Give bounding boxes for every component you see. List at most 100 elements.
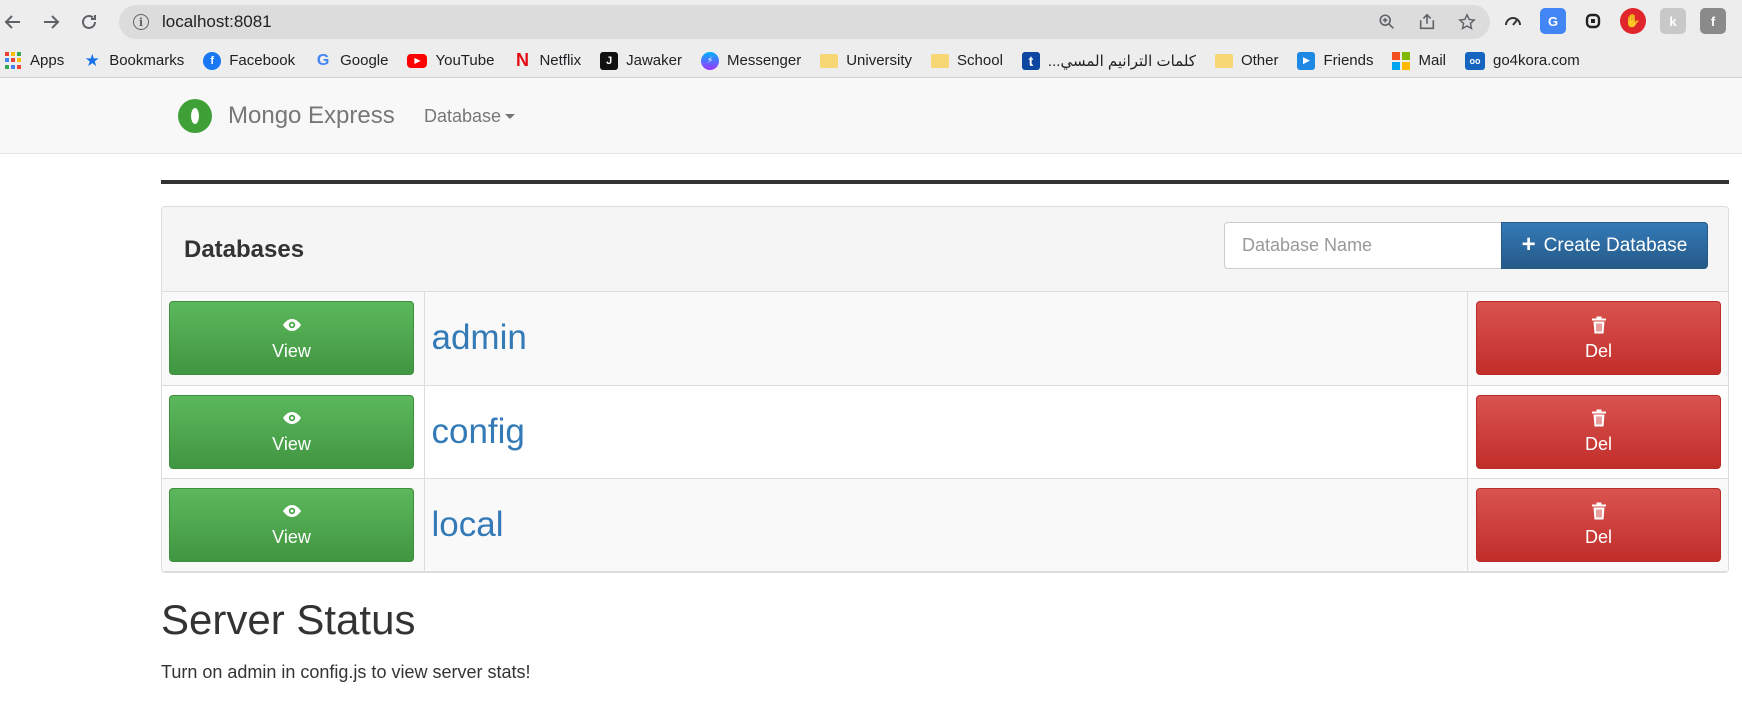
address-bar[interactable]: i localhost:8081 — [119, 5, 1490, 39]
facebook-icon: f — [203, 51, 222, 70]
bookmark-star-icon[interactable] — [1454, 9, 1480, 35]
bookmark-jawaker[interactable]: J Jawaker — [600, 51, 682, 70]
database-link[interactable]: config — [425, 412, 525, 451]
databases-panel: Databases + Create Database View admin D… — [161, 206, 1729, 573]
bookmark-label: University — [846, 52, 913, 69]
zoom-icon[interactable] — [1374, 9, 1400, 35]
folder-icon — [931, 53, 950, 68]
bookmark-label: Friends — [1323, 52, 1374, 69]
create-database-button[interactable]: + Create Database — [1501, 222, 1708, 269]
view-label: View — [272, 527, 311, 547]
database-dropdown-label: Database — [424, 105, 502, 126]
server-status-note: Turn on admin in config.js to view serve… — [161, 662, 531, 682]
database-name-input[interactable] — [1224, 222, 1501, 269]
back-icon[interactable] — [0, 4, 26, 40]
app-navbar: Mongo Express Database — [0, 78, 1742, 154]
create-database-form: + Create Database — [1224, 222, 1708, 269]
bookmark-bookmarks[interactable]: ★ Bookmarks — [83, 51, 185, 70]
view-label: View — [272, 340, 311, 361]
delete-button[interactable]: Del — [1476, 394, 1721, 469]
microsoft-icon — [1392, 51, 1411, 70]
bookmark-label: go4kora.com — [1493, 52, 1580, 69]
bookmark-facebook[interactable]: f Facebook — [203, 51, 296, 70]
bookmark-label: ...كلمات الترانيم المسي — [1047, 52, 1196, 70]
share-icon[interactable] — [1414, 9, 1440, 35]
delete-button[interactable]: Del — [1476, 487, 1721, 562]
server-status-heading: Server Status — [161, 596, 416, 643]
bookmark-go4kora[interactable]: oo go4kora.com — [1465, 51, 1580, 70]
brand-name: Mongo Express — [228, 102, 395, 129]
bookmark-messenger[interactable]: ⚡ Messenger — [700, 51, 802, 70]
bookmark-label: School — [957, 52, 1003, 69]
eye-icon — [282, 318, 301, 331]
database-dropdown[interactable]: Database — [424, 78, 516, 154]
bookmark-label: YouTube — [435, 52, 495, 69]
bookmark-label: Google — [340, 52, 389, 69]
caret-down-icon — [505, 113, 516, 119]
folder-icon — [1214, 53, 1233, 68]
apps-grid-icon — [4, 51, 22, 70]
forward-icon[interactable] — [38, 4, 64, 40]
bookmark-university[interactable]: University — [820, 52, 912, 69]
trash-icon — [1591, 316, 1606, 334]
bookmark-netflix[interactable]: N Netflix — [513, 50, 582, 70]
mongo-leaf-icon — [178, 99, 212, 133]
bookmark-label: Mail — [1418, 52, 1446, 69]
bookmark-school[interactable]: School — [931, 52, 1003, 69]
go4kora-icon: oo — [1465, 51, 1485, 70]
reload-icon[interactable] — [76, 4, 102, 40]
messenger-icon: ⚡ — [700, 51, 719, 70]
bookmark-apps[interactable]: Apps — [4, 51, 65, 70]
bookmark-label: Apps — [30, 52, 65, 69]
trash-icon — [1591, 502, 1606, 520]
url-text[interactable]: localhost:8081 — [162, 12, 272, 32]
brand-link[interactable]: Mongo Express — [178, 78, 395, 154]
del-label: Del — [1584, 340, 1612, 361]
speed-extension-icon[interactable] — [1500, 8, 1526, 34]
view-button[interactable]: View — [169, 301, 414, 376]
view-label: View — [272, 434, 311, 454]
bookmark-label: Messenger — [726, 52, 802, 69]
bookmark-label: Facebook — [229, 52, 296, 69]
trash-icon — [1591, 409, 1606, 427]
database-link[interactable]: admin — [425, 318, 527, 357]
grey-extension-icon[interactable]: k — [1660, 8, 1686, 34]
del-label: Del — [1584, 434, 1612, 454]
t-icon: t — [1021, 51, 1040, 70]
bookmarks-bar: Apps ★ Bookmarks f Facebook G Google ▶ Y… — [0, 44, 1742, 78]
create-database-label: Create Database — [1543, 234, 1688, 256]
friends-icon: ▶ — [1297, 51, 1316, 70]
bookmark-label: Bookmarks — [109, 52, 185, 69]
loop-extension-icon[interactable] — [1580, 8, 1606, 34]
bookmark-hymns[interactable]: t ...كلمات الترانيم المسي — [1021, 51, 1196, 70]
plus-icon: + — [1521, 230, 1536, 258]
bookmark-label: Jawaker — [626, 52, 682, 69]
site-info-icon[interactable]: i — [133, 14, 149, 30]
google-icon: G — [316, 51, 330, 69]
divider — [161, 180, 1729, 184]
bookmark-mail[interactable]: Mail — [1392, 51, 1446, 70]
adblock-extension-icon[interactable]: ✋ — [1620, 8, 1646, 34]
bookmark-other[interactable]: Other — [1214, 52, 1279, 69]
view-button[interactable]: View — [169, 487, 414, 562]
translate-extension-icon[interactable]: G — [1540, 8, 1566, 34]
browser-toolbar: i localhost:8081 G ✋ k f — [0, 0, 1742, 44]
delete-button[interactable]: Del — [1476, 301, 1721, 376]
table-row: View local Del — [162, 477, 1728, 572]
facebook-extension-icon[interactable]: f — [1700, 8, 1726, 34]
netflix-icon: N — [515, 50, 529, 70]
del-label: Del — [1584, 527, 1612, 547]
bookmark-google[interactable]: G Google — [314, 51, 389, 70]
folder-icon — [820, 53, 839, 68]
panel-heading: Databases + Create Database — [162, 207, 1728, 292]
databases-table: View admin Del View config Del View loca… — [162, 292, 1728, 572]
bookmark-label: Other — [1240, 52, 1279, 69]
bookmark-friends[interactable]: ▶ Friends — [1297, 51, 1374, 70]
jawaker-icon: J — [600, 51, 619, 70]
view-button[interactable]: View — [169, 394, 414, 469]
youtube-icon: ▶ — [407, 53, 428, 68]
table-row: View config Del — [162, 384, 1728, 479]
bookmark-youtube[interactable]: ▶ YouTube — [407, 52, 494, 69]
database-link[interactable]: local — [425, 505, 504, 544]
bookmark-label: Netflix — [539, 52, 582, 69]
